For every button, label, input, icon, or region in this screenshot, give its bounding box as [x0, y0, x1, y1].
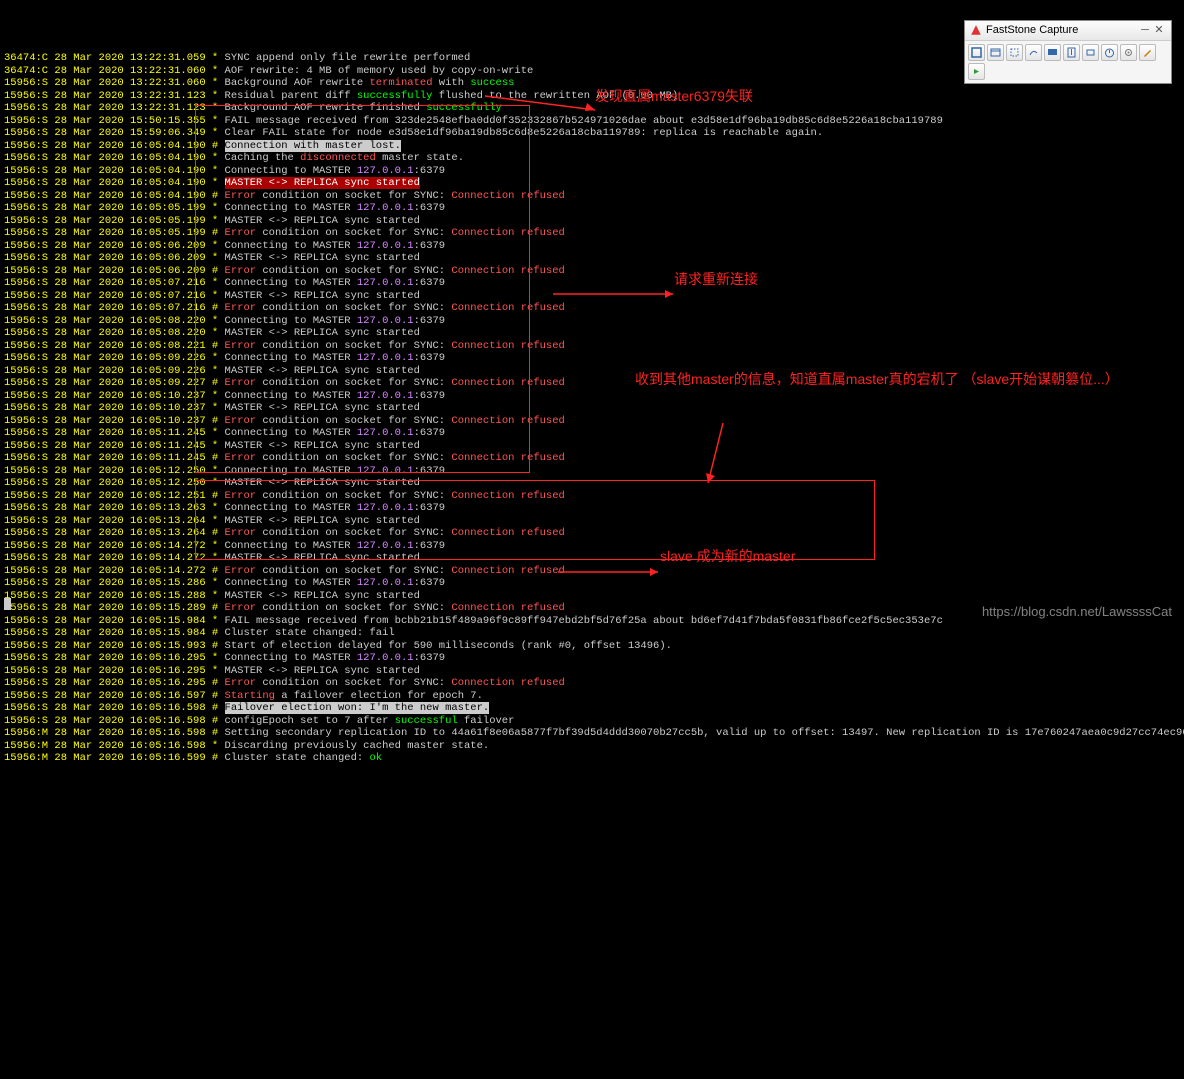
annotation-1: 发现直属master6379失联: [595, 90, 753, 103]
faststone-capture-window[interactable]: FastStone Capture ─ ✕: [964, 20, 1172, 84]
log-line: 15956:S 28 Mar 2020 16:05:13.264 # Error…: [4, 527, 1180, 540]
draw-button[interactable]: [1139, 44, 1156, 61]
log-line: 15956:S 28 Mar 2020 16:05:07.216 # Error…: [4, 302, 1180, 315]
last-button[interactable]: [968, 63, 985, 80]
log-line: 15956:S 28 Mar 2020 16:05:16.295 # Error…: [4, 677, 1180, 690]
log-line: 15956:S 28 Mar 2020 16:05:07.216 * Conne…: [4, 277, 1180, 290]
log-line: 15956:S 28 Mar 2020 16:05:16.597 # Start…: [4, 690, 1180, 703]
log-line: 15956:S 28 Mar 2020 16:05:08.220 * MASTE…: [4, 327, 1180, 340]
capture-window-button[interactable]: [987, 44, 1004, 61]
capture-fixed-button[interactable]: [1082, 44, 1099, 61]
log-line: 15956:S 28 Mar 2020 16:05:04.190 * Cachi…: [4, 152, 1180, 165]
log-line: 15956:S 28 Mar 2020 16:05:08.221 # Error…: [4, 340, 1180, 353]
log-line: 15956:S 28 Mar 2020 16:05:16.295 * Conne…: [4, 652, 1180, 665]
faststone-toolbar: [965, 41, 1171, 83]
log-line: 15956:S 28 Mar 2020 16:05:13.263 * Conne…: [4, 502, 1180, 515]
log-line: 15956:S 28 Mar 2020 16:05:05.199 * MASTE…: [4, 215, 1180, 228]
timer-button[interactable]: [1101, 44, 1118, 61]
close-icon[interactable]: ✕: [1152, 24, 1166, 37]
capture-full-button[interactable]: [1044, 44, 1061, 61]
log-line: 15956:S 28 Mar 2020 16:05:04.190 * Conne…: [4, 165, 1180, 178]
faststone-logo-icon: [970, 24, 982, 36]
log-line: 15956:S 28 Mar 2020 16:05:12.250 * Conne…: [4, 465, 1180, 478]
log-line: 15956:S 28 Mar 2020 13:22:31.123 * Backg…: [4, 102, 1180, 115]
annotation-4: slave 成为新的master: [660, 550, 795, 563]
log-line: 15956:S 28 Mar 2020 16:05:15.993 # Start…: [4, 640, 1180, 653]
capture-freehand-button[interactable]: [1025, 44, 1042, 61]
log-line: 15956:S 28 Mar 2020 16:05:16.598 # confi…: [4, 715, 1180, 728]
log-line: 15956:S 28 Mar 2020 16:05:15.288 * MASTE…: [4, 590, 1180, 603]
log-line: 15956:S 28 Mar 2020 16:05:04.190 * MASTE…: [4, 177, 1180, 190]
log-line: 15956:S 28 Mar 2020 16:05:05.199 * Conne…: [4, 202, 1180, 215]
capture-active-button[interactable]: [968, 44, 985, 61]
log-line: 15956:S 28 Mar 2020 16:05:07.216 * MASTE…: [4, 290, 1180, 303]
terminal-output: 36474:C 28 Mar 2020 13:22:31.059 * SYNC …: [0, 50, 1184, 767]
log-line: 15956:S 28 Mar 2020 16:05:10.237 # Error…: [4, 415, 1180, 428]
capture-rect-button[interactable]: [1006, 44, 1023, 61]
log-line: 15956:S 28 Mar 2020 16:05:11.245 # Error…: [4, 452, 1180, 465]
log-line: 15956:S 28 Mar 2020 16:05:16.598 # Failo…: [4, 702, 1180, 715]
log-line: 15956:S 28 Mar 2020 16:05:15.286 * Conne…: [4, 577, 1180, 590]
log-line: 15956:S 28 Mar 2020 16:05:04.190 # Conne…: [4, 140, 1180, 153]
log-line: 15956:S 28 Mar 2020 16:05:13.264 * MASTE…: [4, 515, 1180, 528]
log-line: 15956:S 28 Mar 2020 16:05:14.272 * Conne…: [4, 540, 1180, 553]
log-line: 15956:S 28 Mar 2020 16:05:14.272 # Error…: [4, 565, 1180, 578]
log-line: 15956:S 28 Mar 2020 16:05:06.209 * Conne…: [4, 240, 1180, 253]
log-line: 15956:S 28 Mar 2020 16:05:04.190 # Error…: [4, 190, 1180, 203]
log-line: 15956:S 28 Mar 2020 16:05:10.237 * Conne…: [4, 390, 1180, 403]
log-line: 15956:S 28 Mar 2020 16:05:10.237 * MASTE…: [4, 402, 1180, 415]
log-line: 15956:S 28 Mar 2020 16:05:06.209 # Error…: [4, 265, 1180, 278]
terminal-cursor: [4, 598, 11, 610]
log-line: 15956:S 28 Mar 2020 16:05:08.220 * Conne…: [4, 315, 1180, 328]
faststone-titlebar[interactable]: FastStone Capture ─ ✕: [965, 21, 1171, 41]
log-line: 15956:M 28 Mar 2020 16:05:16.598 * Disca…: [4, 740, 1180, 753]
log-line: 15956:S 28 Mar 2020 16:05:06.209 * MASTE…: [4, 252, 1180, 265]
log-line: 15956:S 28 Mar 2020 16:05:14.272 * MASTE…: [4, 552, 1180, 565]
log-line: 15956:S 28 Mar 2020 16:05:11.245 * Conne…: [4, 427, 1180, 440]
annotation-2: 请求重新连接: [674, 273, 758, 286]
log-line: 15956:S 28 Mar 2020 16:05:12.251 # Error…: [4, 490, 1180, 503]
log-line: 15956:S 28 Mar 2020 16:05:09.226 * Conne…: [4, 352, 1180, 365]
annotation-3: 收到其他master的信息，知道直属master真的宕机了 （slave开始谋朝…: [635, 370, 1119, 388]
faststone-title: FastStone Capture: [986, 24, 1138, 37]
log-line: 15956:S 28 Mar 2020 16:05:15.984 # Clust…: [4, 627, 1180, 640]
log-line: 15956:S 28 Mar 2020 16:05:12.250 * MASTE…: [4, 477, 1180, 490]
log-line: 15956:S 28 Mar 2020 15:50:15.355 * FAIL …: [4, 115, 1180, 128]
watermark: https://blog.csdn.net/LawssssCat: [982, 606, 1172, 619]
log-line: 15956:S 28 Mar 2020 16:05:16.295 * MASTE…: [4, 665, 1180, 678]
log-line: 15956:S 28 Mar 2020 13:22:31.123 * Resid…: [4, 90, 1180, 103]
log-line: 15956:S 28 Mar 2020 16:05:05.199 # Error…: [4, 227, 1180, 240]
settings-button[interactable]: [1120, 44, 1137, 61]
minimize-icon[interactable]: ─: [1138, 24, 1152, 37]
capture-scroll-button[interactable]: [1063, 44, 1080, 61]
log-line: 15956:M 28 Mar 2020 16:05:16.598 # Setti…: [4, 727, 1180, 740]
log-line: 15956:M 28 Mar 2020 16:05:16.599 # Clust…: [4, 752, 1180, 765]
log-line: 15956:S 28 Mar 2020 15:59:06.349 * Clear…: [4, 127, 1180, 140]
log-line: 15956:S 28 Mar 2020 16:05:11.245 * MASTE…: [4, 440, 1180, 453]
